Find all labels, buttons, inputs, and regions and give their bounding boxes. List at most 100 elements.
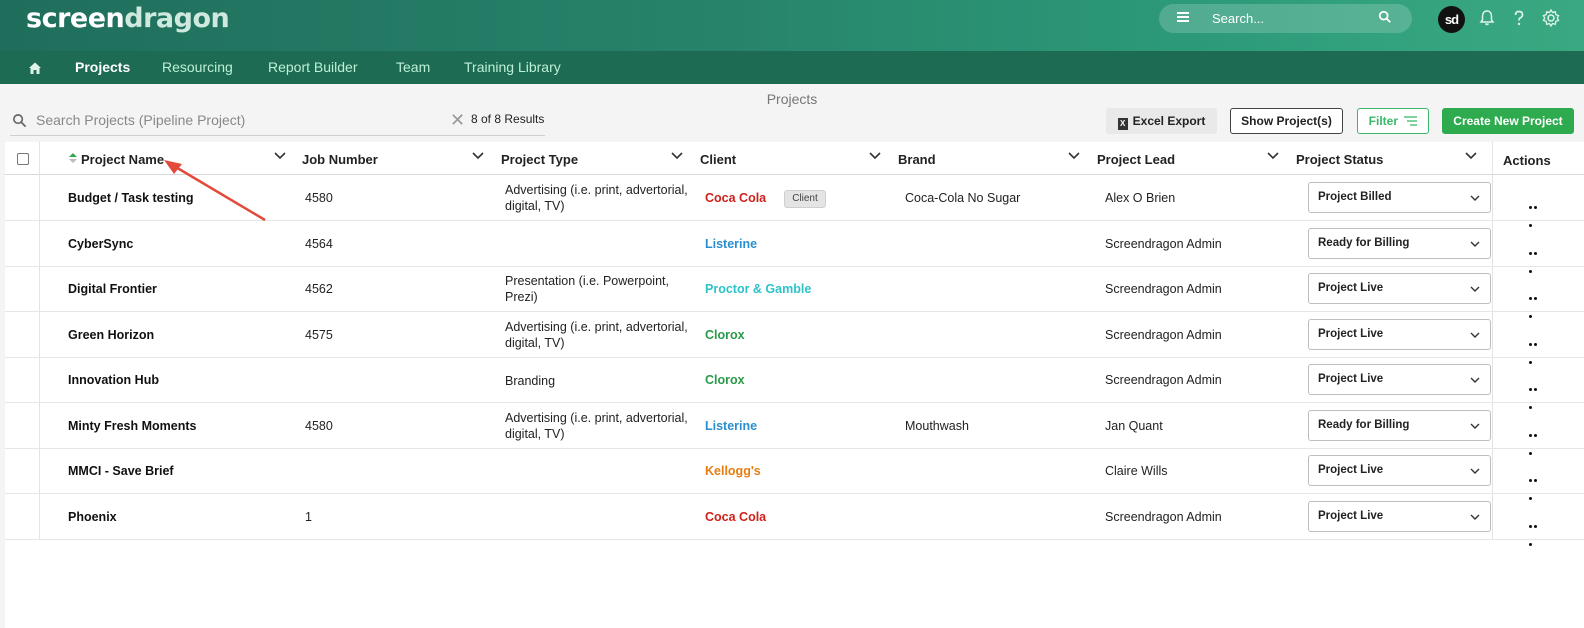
- project-lead: Screendragon Admin: [1105, 327, 1222, 342]
- table-row[interactable]: Phoenix 1 Coca Cola Screendragon Admin Proje…: [5, 494, 1584, 546]
- more-actions-icon[interactable]: [1529, 196, 1543, 227]
- project-status-select[interactable]: Project Live: [1308, 500, 1491, 532]
- header-project-lead[interactable]: Project Lead: [1097, 152, 1175, 167]
- app-logo[interactable]: screendragon: [26, 3, 230, 34]
- project-status-select[interactable]: Project Live: [1308, 273, 1491, 304]
- project-status-value: Ready for Billing: [1318, 418, 1410, 431]
- chevron-down-icon: [1470, 377, 1480, 383]
- chevron-down-icon[interactable]: [671, 152, 683, 160]
- nav-item-projects[interactable]: Projects: [75, 59, 130, 75]
- projects-search-input[interactable]: Search Projects (Pipeline Project): [36, 112, 245, 128]
- project-name-link[interactable]: Digital Frontier: [68, 282, 157, 296]
- clear-search-icon[interactable]: ✕: [450, 110, 465, 131]
- table-row[interactable]: CyberSync 4564 Listerine Screendragon Admin…: [5, 221, 1584, 273]
- chevron-down-icon: [1470, 468, 1480, 474]
- header-project-name[interactable]: Project Name: [81, 152, 164, 167]
- project-status-value: Ready for Billing: [1318, 236, 1410, 249]
- global-search-input[interactable]: Search...: [1212, 11, 1264, 26]
- project-status-select[interactable]: Project Live: [1308, 318, 1491, 350]
- project-status-value: Project Live: [1318, 282, 1384, 294]
- excel-export-button[interactable]: X Excel Export: [1106, 108, 1217, 134]
- project-status-select[interactable]: Ready for Billing: [1308, 409, 1491, 441]
- project-type: Advertising (i.e. print, advertorial, di…: [505, 410, 688, 441]
- project-type: Presentation (i.e. Powerpoint, Prezi): [505, 274, 669, 304]
- job-number: 4580: [305, 418, 333, 433]
- nav-item-team[interactable]: Team: [396, 59, 430, 75]
- job-number: 1: [305, 509, 312, 524]
- annotation-arrow-icon: [164, 160, 266, 222]
- project-name-link[interactable]: Green Horizon: [68, 328, 154, 342]
- header-client[interactable]: Client: [700, 152, 736, 167]
- client-link[interactable]: Clorox: [705, 373, 745, 387]
- header-project-type[interactable]: Project Type: [501, 152, 578, 167]
- more-actions-icon[interactable]: [1529, 424, 1543, 455]
- project-type: Branding: [505, 374, 556, 388]
- more-actions-icon[interactable]: [1529, 287, 1543, 318]
- sort-asc-icon[interactable]: [69, 153, 77, 163]
- filter-icon: [1404, 116, 1418, 126]
- main-nav: Projects Resourcing Report Builder Team …: [0, 51, 1584, 84]
- client-link[interactable]: Listerine: [705, 419, 757, 433]
- filter-label: Filter: [1368, 114, 1398, 128]
- project-status-value: Project Billed: [1318, 191, 1392, 203]
- client-link[interactable]: Coca Cola: [705, 191, 766, 205]
- nav-item-resourcing[interactable]: Resourcing: [162, 59, 233, 75]
- project-name-link[interactable]: Minty Fresh Moments: [68, 419, 197, 433]
- show-projects-button[interactable]: Show Project(s): [1230, 108, 1343, 134]
- top-bar: screendragon Search... sd: [0, 0, 1584, 51]
- header-actions: Actions: [1503, 153, 1551, 168]
- search-icon[interactable]: [1378, 10, 1392, 24]
- project-status-select[interactable]: Ready for Billing: [1308, 227, 1491, 259]
- nav-item-training-library[interactable]: Training Library: [464, 59, 561, 75]
- gear-icon[interactable]: [1541, 8, 1561, 28]
- header-project-status[interactable]: Project Status: [1296, 152, 1383, 167]
- more-actions-icon[interactable]: [1529, 515, 1543, 546]
- client-link[interactable]: Listerine: [705, 237, 757, 251]
- help-icon[interactable]: [1509, 8, 1529, 28]
- avatar[interactable]: sd: [1438, 6, 1465, 33]
- global-search[interactable]: Search...: [1159, 4, 1412, 33]
- chevron-down-icon[interactable]: [1068, 152, 1080, 160]
- chevron-down-icon: [1470, 332, 1480, 338]
- header-job-number[interactable]: Job Number: [302, 152, 378, 167]
- client-link[interactable]: Coca Cola: [705, 510, 766, 524]
- select-all-checkbox[interactable]: [17, 153, 29, 165]
- client-link[interactable]: Kellogg's: [705, 464, 761, 478]
- create-new-project-button[interactable]: Create New Project: [1442, 108, 1574, 134]
- chevron-down-icon[interactable]: [274, 152, 286, 160]
- chevron-down-icon[interactable]: [869, 152, 881, 160]
- project-status-select[interactable]: Project Billed: [1308, 182, 1491, 213]
- table-row[interactable]: Minty Fresh Moments 4580 Advertising (i.e.…: [5, 403, 1584, 455]
- menu-icon[interactable]: [1177, 12, 1189, 22]
- project-lead: Screendragon Admin: [1105, 509, 1222, 524]
- project-name-link[interactable]: MMCI - Save Brief: [68, 464, 174, 478]
- table-row[interactable]: MMCI - Save Brief Kellogg's Claire Wills Pr…: [5, 448, 1584, 500]
- more-actions-icon[interactable]: [1529, 242, 1543, 273]
- client-link[interactable]: Proctor & Gamble: [705, 282, 811, 296]
- nav-item-report-builder[interactable]: Report Builder: [268, 59, 358, 75]
- project-name-link[interactable]: Innovation Hub: [68, 373, 159, 387]
- projects-search[interactable]: Search Projects (Pipeline Project) ✕: [10, 108, 545, 136]
- table-row[interactable]: Innovation Hub Branding Clorox Screendragon…: [5, 357, 1584, 409]
- more-actions-icon[interactable]: [1529, 333, 1543, 364]
- chevron-down-icon[interactable]: [1267, 152, 1279, 160]
- project-name-link[interactable]: CyberSync: [68, 237, 133, 251]
- filter-button[interactable]: Filter: [1357, 108, 1429, 134]
- project-type: Advertising (i.e. print, advertorial, di…: [505, 319, 688, 350]
- client-link[interactable]: Clorox: [705, 328, 745, 342]
- project-name-link[interactable]: Phoenix: [68, 510, 117, 524]
- header-brand[interactable]: Brand: [898, 152, 936, 167]
- chevron-down-icon[interactable]: [1465, 152, 1477, 160]
- table-row[interactable]: Digital Frontier 4562 Presentation (i.e. P…: [5, 266, 1584, 318]
- more-actions-icon[interactable]: [1529, 378, 1543, 409]
- project-lead: Screendragon Admin: [1105, 373, 1222, 387]
- more-actions-icon[interactable]: [1529, 469, 1543, 500]
- home-icon[interactable]: [27, 60, 43, 76]
- chevron-down-icon[interactable]: [472, 152, 484, 160]
- project-status-select[interactable]: Project Live: [1308, 455, 1491, 486]
- project-lead: Claire Wills: [1105, 464, 1168, 478]
- project-lead: Screendragon Admin: [1105, 236, 1222, 251]
- table-row[interactable]: Green Horizon 4575 Advertising (i.e. print…: [5, 312, 1584, 364]
- bell-icon[interactable]: [1477, 8, 1497, 28]
- project-status-select[interactable]: Project Live: [1308, 364, 1491, 395]
